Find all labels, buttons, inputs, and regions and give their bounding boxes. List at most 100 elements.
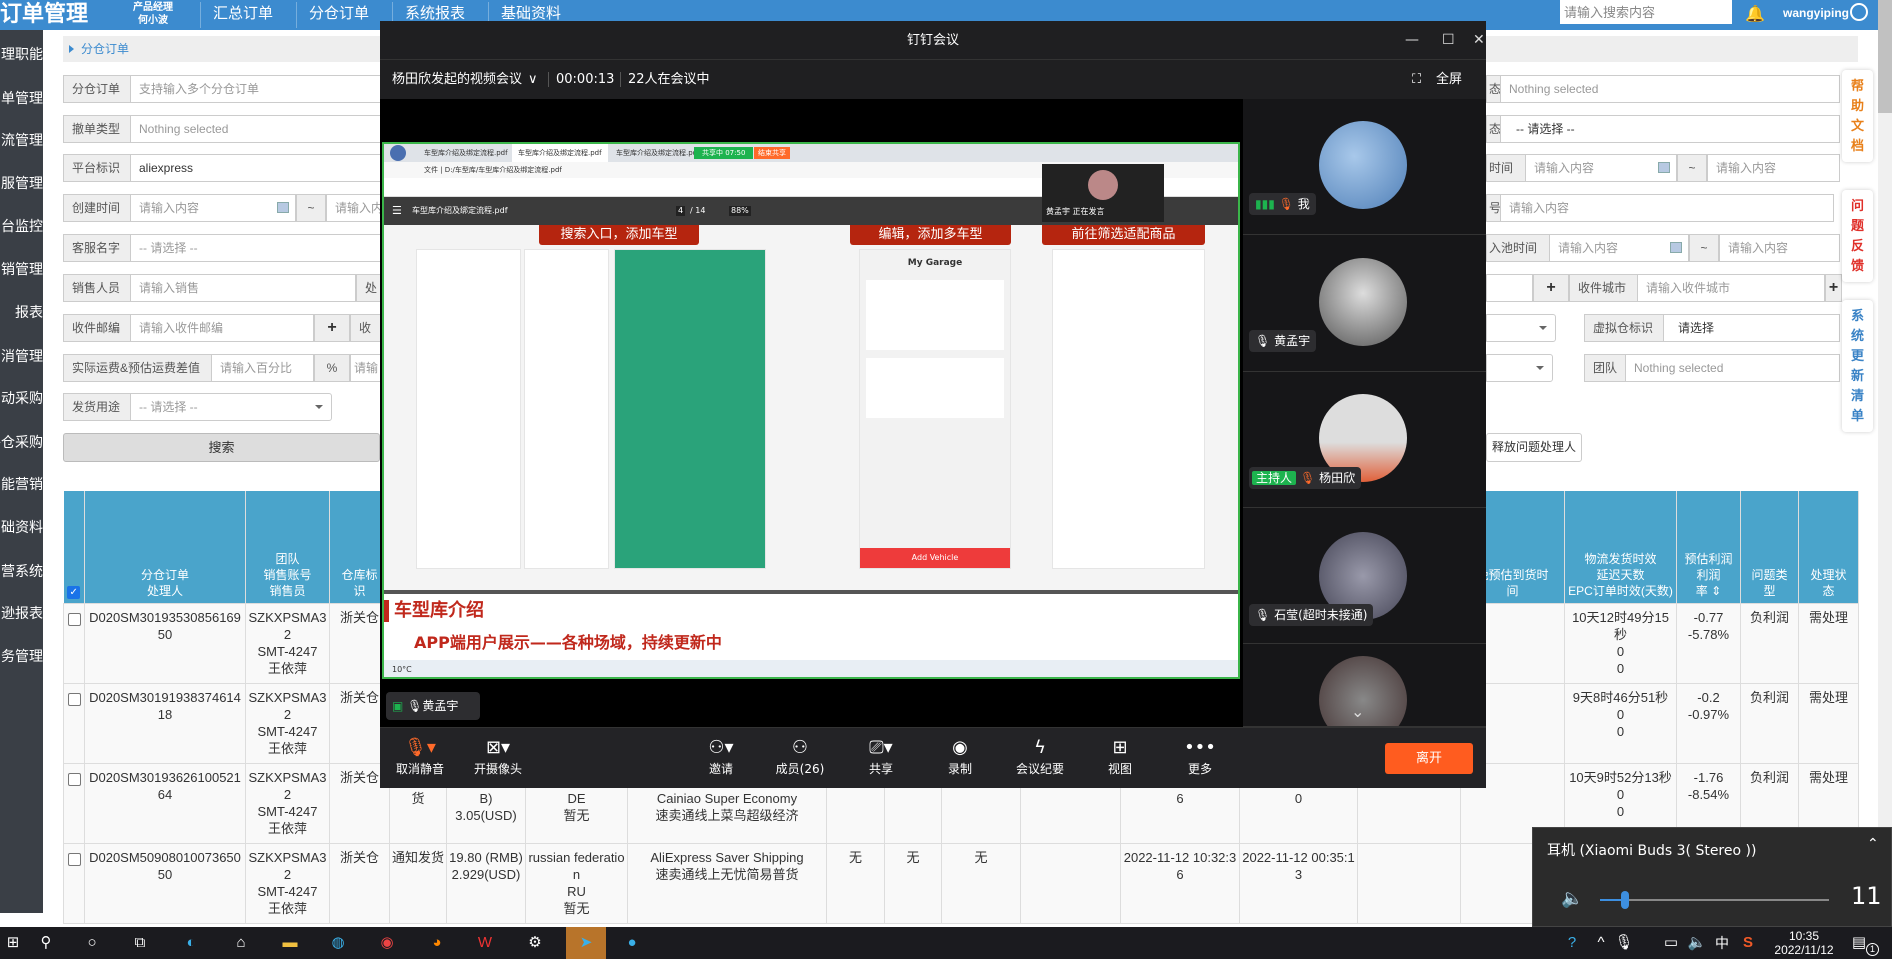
minutes-button[interactable]: ϟ 会议纪要 (1005, 736, 1075, 777)
row-checkbox[interactable] (67, 692, 81, 706)
row-checkbox[interactable] (67, 612, 81, 626)
wps-icon[interactable]: W (472, 931, 498, 955)
invite-button[interactable]: ⚇▾ 邀请 (686, 736, 756, 777)
leave-button[interactable]: 离开 (1385, 743, 1473, 774)
edge-icon[interactable]: ◐ (178, 931, 204, 955)
row-checkbox[interactable] (67, 772, 81, 786)
sidebar-item[interactable]: 台监控 (0, 217, 43, 235)
select-dropdown-2[interactable] (1486, 354, 1553, 382)
sogou-icon[interactable]: S (1735, 931, 1761, 955)
members-button[interactable]: ⚇ 成员(26) (765, 736, 835, 777)
minimize-icon[interactable]: — (1405, 21, 1419, 60)
cortana-icon[interactable]: ○ (79, 931, 105, 955)
column-header[interactable]: 预估利润 利润 率 ⇕ (1676, 491, 1741, 603)
unmute-button[interactable]: 🎙▾ 取消静音 (385, 736, 455, 777)
camera-button[interactable]: ⊠▾ 开摄像头 (463, 736, 533, 777)
dingtalk-icon[interactable]: ➤ (566, 927, 606, 959)
row-checkbox[interactable] (67, 852, 81, 866)
sidebar-item[interactable]: 流管理 (0, 131, 43, 149)
view-button[interactable]: ⊞ 视图 (1085, 736, 1155, 777)
start-icon[interactable]: ⊞ (0, 931, 26, 955)
chevron-down-icon[interactable]: ⌄ (1351, 702, 1364, 721)
page-scrollbar[interactable] (1878, 0, 1892, 927)
share-button[interactable]: ⎚▾ 共享 (846, 736, 916, 777)
scrollbar-thumb[interactable] (1878, 0, 1892, 113)
changelog-tab[interactable]: 系统更新清单 (1842, 300, 1873, 432)
zip-input[interactable]: 请输入收件邮编 (130, 314, 314, 342)
sidebar-item[interactable]: 补仓采购 (0, 433, 43, 451)
sidebar-item[interactable]: 报表 (0, 303, 43, 321)
participant-tile[interactable]: 主持人 🎙 杨田欣 (1243, 372, 1486, 508)
select-all-checkbox[interactable]: ✓ (67, 585, 81, 599)
status-select-2[interactable]: -- 请选择 -- (1500, 115, 1840, 143)
search-button[interactable]: 搜索 (63, 433, 380, 462)
bell-icon[interactable]: 🔔 (1745, 4, 1765, 24)
fullscreen-button[interactable]: 全屏 (1436, 60, 1462, 99)
time-from-input[interactable]: 请输入内容 (1525, 154, 1677, 182)
calendar-icon[interactable] (277, 202, 289, 213)
help-icon[interactable]: ? (1559, 931, 1585, 955)
power-icon[interactable] (1850, 3, 1868, 21)
created-from-input[interactable]: 请输入内容 (130, 194, 296, 222)
partial-input[interactable] (1486, 274, 1533, 302)
number-input[interactable]: 请输入内容 (1500, 194, 1834, 222)
ime-indicator[interactable]: 中 (1709, 931, 1735, 955)
more-button[interactable]: ••• 更多 (1165, 736, 1235, 777)
username[interactable]: wangyiping (1783, 6, 1849, 20)
sales-input[interactable]: 请输入销售 (130, 274, 356, 302)
meeting-subject[interactable]: 杨田欣发起的视频会议 (392, 60, 522, 99)
nav-warehouse-orders[interactable]: 分仓订单 (296, 2, 381, 28)
app-icon[interactable]: ⌂ (228, 931, 254, 955)
zip-add-button[interactable]: + (314, 314, 350, 342)
add-button[interactable]: + (1533, 274, 1569, 302)
release-handler-button[interactable]: 释放问题处理人 (1486, 433, 1582, 462)
nav-summary-orders[interactable]: 汇总订单 (200, 2, 285, 28)
volume-icon[interactable]: 🔈 (1684, 931, 1710, 955)
file-explorer-icon[interactable]: ▬ (277, 931, 303, 955)
volume-slider[interactable] (1600, 891, 1829, 909)
firefox-icon[interactable]: ◕ (424, 931, 450, 955)
city-input[interactable]: 请输入收件城市 (1637, 274, 1825, 302)
sidebar-item[interactable]: 能营销 (0, 475, 43, 493)
created-to-input[interactable]: 请输入内 (326, 194, 386, 222)
freight-diff-input-2[interactable]: 请输 (350, 354, 382, 382)
pool-time-from[interactable]: 请输入内容 (1549, 234, 1689, 262)
team-select[interactable]: Nothing selected (1625, 354, 1840, 382)
virtual-warehouse-select[interactable]: 请选择 (1663, 314, 1840, 342)
sidebar-item[interactable]: 础资料 (0, 518, 43, 536)
task-view-icon[interactable]: ⧉ (127, 931, 153, 955)
participant-tile[interactable]: ⌄ (1243, 644, 1486, 727)
clock[interactable]: 10:35 2022/11/12 (1772, 929, 1836, 957)
mic-icon[interactable]: 🎙 (1611, 931, 1637, 955)
select-dropdown[interactable] (1486, 314, 1556, 342)
sidebar-item[interactable]: 营系统 (0, 562, 43, 580)
search-icon[interactable]: ⚲ (33, 931, 59, 955)
network-icon[interactable]: ▭ (1658, 931, 1684, 955)
cs-name-select[interactable]: -- 请选择 -- (130, 234, 390, 262)
chevron-up-icon[interactable]: ⌃ (1867, 836, 1879, 852)
participant-tile[interactable]: ▮▮▮ 🎙 我 (1243, 99, 1486, 235)
sidebar-item[interactable]: 消管理 (0, 347, 43, 365)
city-add-button[interactable]: + (1825, 274, 1842, 302)
settings-icon[interactable]: ⚙ (522, 931, 548, 955)
freight-diff-input[interactable]: 请输入百分比 (211, 354, 314, 382)
sidebar-item[interactable]: 动采购 (0, 389, 43, 407)
participant-tile[interactable]: 🎙 石莹(超时未接通) (1243, 508, 1486, 644)
translate-icon[interactable]: ◍ (325, 931, 351, 955)
sidebar-item[interactable]: 单管理 (0, 89, 43, 107)
sidebar-item[interactable]: 马逊报表 (0, 604, 43, 622)
status-select[interactable]: Nothing selected (1500, 75, 1840, 103)
cancel-type-select[interactable]: Nothing selected (130, 115, 390, 143)
maximize-icon[interactable]: ☐ (1442, 21, 1455, 60)
order-input[interactable]: 支持输入多个分仓订单 (130, 75, 390, 103)
feedback-tab[interactable]: 问题反馈 (1842, 190, 1873, 282)
sidebar-item[interactable]: 服管理 (0, 174, 43, 192)
time-to-input[interactable]: 请输入内容 (1707, 154, 1840, 182)
global-search-input[interactable] (1560, 0, 1732, 24)
speaker-icon[interactable]: 🔈 (1561, 888, 1583, 909)
ship-use-select[interactable]: -- 请选择 -- (130, 393, 332, 421)
participant-tile[interactable]: 🎙 黄孟宇 (1243, 235, 1486, 372)
sidebar-item[interactable]: 理职能 (0, 45, 43, 63)
fullscreen-icon[interactable]: ⛶ (1412, 60, 1421, 99)
pool-time-to[interactable]: 请输入内容 (1719, 234, 1840, 262)
